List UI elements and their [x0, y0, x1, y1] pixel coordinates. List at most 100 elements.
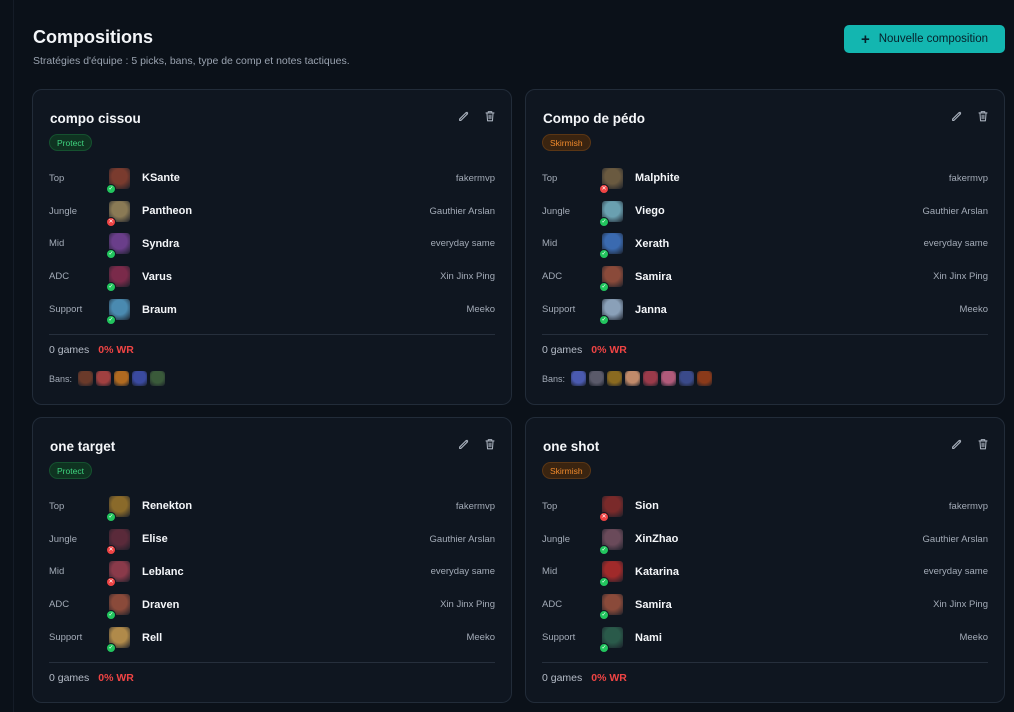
pencil-icon[interactable]	[457, 437, 471, 451]
champion-avatar: ✓	[599, 200, 623, 227]
check-icon: ✓	[599, 577, 609, 588]
check-icon: ✓	[106, 183, 116, 194]
pencil-icon[interactable]	[950, 109, 964, 123]
pick-role: ADC	[49, 271, 70, 283]
pick-row[interactable]: Mid ✕ Leblanc everyday same	[49, 556, 495, 589]
composition-card[interactable]: one target Protect Top ✓ Renekton fakerm…	[32, 417, 512, 703]
composition-name: Compo de pédo	[543, 111, 645, 126]
champion-name: Elise	[142, 533, 168, 546]
ban-champion-icon[interactable]	[607, 371, 623, 386]
pick-row[interactable]: Mid ✓ Xerath everyday same	[542, 228, 988, 261]
champion-name: Sion	[635, 500, 659, 513]
games-count: 0 games	[49, 344, 90, 356]
pick-row[interactable]: Support ✓ Janna Meeko	[542, 293, 988, 326]
bans-label: Bans:	[49, 373, 73, 384]
ban-champion-icon[interactable]	[78, 371, 94, 386]
pick-row[interactable]: Top ✓ Renekton fakermvp	[49, 490, 495, 523]
player-name: Xin Jinx Ping	[933, 271, 988, 283]
pick-row[interactable]: Mid ✓ Katarina everyday same	[542, 556, 988, 589]
ban-champion-icon[interactable]	[643, 371, 659, 386]
page-subtitle: Stratégies d'équipe : 5 picks, bans, typ…	[33, 55, 350, 67]
check-icon: ✓	[106, 249, 116, 260]
trash-icon[interactable]	[976, 109, 990, 123]
champion-name: XinZhao	[635, 533, 679, 546]
ban-champion-icon[interactable]	[625, 371, 641, 386]
check-icon: ✓	[599, 249, 609, 260]
ban-champion-icon[interactable]	[150, 371, 166, 386]
ban-champion-icon[interactable]	[589, 371, 605, 386]
champion-name: Syndra	[142, 237, 180, 250]
check-icon: ✓	[599, 544, 609, 555]
champion-avatar: ✓	[599, 594, 623, 621]
new-composition-label: Nouvelle composition	[878, 33, 989, 45]
pick-row[interactable]: Top ✕ Malphite fakermvp	[542, 162, 988, 195]
champion-avatar: ✕	[106, 528, 130, 555]
composition-name: compo cissou	[50, 111, 141, 126]
comp-type-badge: Protect	[49, 134, 92, 151]
composition-card[interactable]: Compo de pédo Skirmish Top ✕ Malphite fa…	[525, 89, 1005, 405]
winrate: 0% WR	[98, 344, 134, 356]
comp-stats: 0 games 0% WR	[542, 344, 627, 356]
champion-avatar: ✓	[599, 528, 623, 555]
pick-role: Jungle	[49, 205, 77, 217]
champion-name: Xerath	[635, 237, 670, 250]
ban-champion-icon[interactable]	[114, 371, 130, 386]
card-divider	[49, 334, 495, 335]
pick-row[interactable]: Support ✓ Braum Meeko	[49, 293, 495, 326]
pick-row[interactable]: ADC ✓ Samira Xin Jinx Ping	[542, 260, 988, 293]
ban-champion-icon[interactable]	[697, 371, 713, 386]
pick-role: Jungle	[542, 533, 570, 545]
card-divider	[49, 662, 495, 663]
comp-type-badge: Skirmish	[542, 134, 591, 151]
pick-row[interactable]: Support ✓ Nami Meeko	[542, 621, 988, 654]
pick-role: Top	[49, 172, 65, 184]
champion-name: Samira	[635, 598, 672, 611]
champion-avatar: ✓	[599, 266, 623, 293]
trash-icon[interactable]	[483, 109, 497, 123]
sidebar-rail	[0, 0, 14, 712]
ban-champion-icon[interactable]	[679, 371, 695, 386]
pick-role: Mid	[542, 238, 558, 250]
champion-avatar: ✓	[106, 495, 130, 522]
plus-icon: +	[860, 30, 870, 48]
card-actions	[457, 437, 497, 451]
ban-champion-icon[interactable]	[571, 371, 587, 386]
pick-row[interactable]: ADC ✓ Samira Xin Jinx Ping	[542, 588, 988, 621]
pick-role: Jungle	[49, 533, 77, 545]
pick-row[interactable]: Support ✓ Rell Meeko	[49, 621, 495, 654]
player-name: Gauthier Arslan	[922, 533, 988, 545]
bans-label: Bans:	[542, 373, 566, 384]
ban-champion-icon[interactable]	[132, 371, 148, 386]
pick-row[interactable]: Jungle ✓ Viego Gauthier Arslan	[542, 195, 988, 228]
pick-row[interactable]: Mid ✓ Syndra everyday same	[49, 228, 495, 261]
winrate: 0% WR	[98, 672, 134, 684]
composition-card[interactable]: compo cissou Protect Top ✓ KSante fakerm…	[32, 89, 512, 405]
pick-row[interactable]: Jungle ✕ Pantheon Gauthier Arslan	[49, 195, 495, 228]
champion-avatar: ✕	[599, 495, 623, 522]
pick-row[interactable]: ADC ✓ Draven Xin Jinx Ping	[49, 588, 495, 621]
trash-icon[interactable]	[483, 437, 497, 451]
check-icon: ✓	[599, 282, 609, 293]
champion-avatar: ✓	[106, 299, 130, 326]
pick-row[interactable]: ADC ✓ Varus Xin Jinx Ping	[49, 260, 495, 293]
champion-name: Samira	[635, 270, 672, 283]
composition-card[interactable]: one shot Skirmish Top ✕ Sion fakermvp Ju…	[525, 417, 1005, 703]
champion-name: Draven	[142, 598, 180, 611]
pick-row[interactable]: Top ✕ Sion fakermvp	[542, 490, 988, 523]
comp-type-badge: Skirmish	[542, 462, 591, 479]
pick-role: Mid	[542, 566, 558, 578]
ban-champion-icon[interactable]	[661, 371, 677, 386]
champion-avatar: ✓	[106, 233, 130, 260]
player-name: Meeko	[959, 304, 988, 316]
pencil-icon[interactable]	[457, 109, 471, 123]
trash-icon[interactable]	[976, 437, 990, 451]
card-divider	[542, 334, 988, 335]
ban-champion-icon[interactable]	[96, 371, 112, 386]
new-composition-button[interactable]: + Nouvelle composition	[844, 25, 1005, 53]
pick-row[interactable]: Top ✓ KSante fakermvp	[49, 162, 495, 195]
player-name: everyday same	[430, 566, 495, 578]
pencil-icon[interactable]	[950, 437, 964, 451]
pick-row[interactable]: Jungle ✓ XinZhao Gauthier Arslan	[542, 523, 988, 556]
pick-row[interactable]: Jungle ✕ Elise Gauthier Arslan	[49, 523, 495, 556]
pick-role: Jungle	[542, 205, 570, 217]
